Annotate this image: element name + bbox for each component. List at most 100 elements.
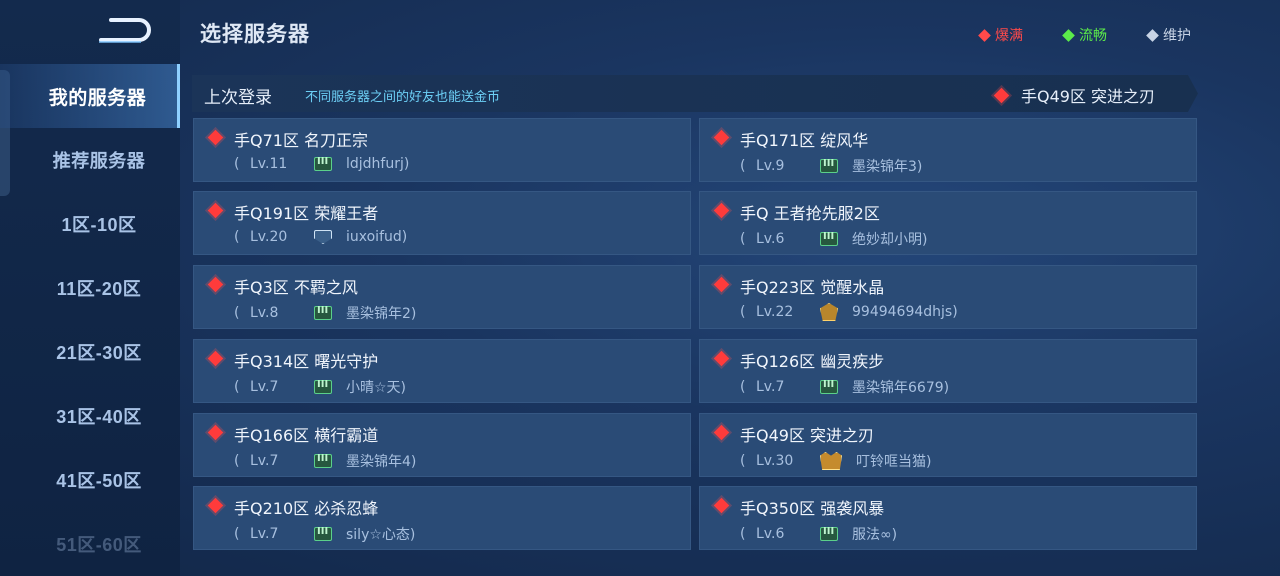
sidebar-item-51-60[interactable]: 51区-60区 [0,512,180,576]
player-level: Lv.6 [756,231,785,247]
back-arrow-icon[interactable] [95,14,151,46]
player-level: Lv.7 [250,379,279,395]
last-login-server-name: 手Q49区 突进之刃 [1021,87,1156,106]
player-level: Lv.8 [250,305,279,321]
server-player-info: (Lv.7 小晴☆天) [234,377,406,397]
server-name: 手Q166区 横行霸道 [234,426,379,445]
player-level: Lv.30 [756,453,794,469]
sidebar-item-my-servers[interactable]: 我的服务器 [0,64,180,128]
player-level: Lv.7 [250,453,279,469]
server-name: 手Q350区 强袭风暴 [740,499,885,518]
full-status-icon [207,497,224,514]
server-card[interactable]: 手Q314区 曙光守护 (Lv.7 小晴☆天) [193,339,691,403]
server-card[interactable]: 手Q350区 强袭风暴 (Lv.6 服法∞) [699,486,1197,550]
paren-open: ( [740,231,746,247]
maintenance-status-icon [1146,28,1159,42]
player-level: Lv.7 [250,526,279,542]
full-status-icon [713,424,730,441]
rank-icon [314,230,332,244]
player-name: 墨染锦年2) [346,306,417,322]
smooth-status-icon [1062,28,1075,42]
legend-maintenance-label: 维护 [1163,28,1191,44]
rank-icon [314,526,332,541]
full-status-icon [207,424,224,441]
player-name: 99494694dhjs) [852,304,958,320]
rank-icon [314,156,332,171]
server-card[interactable]: 手Q210区 必杀忍蜂 (Lv.7 sily☆心态) [193,486,691,550]
server-player-info: (Lv.6 服法∞) [740,524,897,544]
sidebar-item-11-20[interactable]: 11区-20区 [0,256,180,320]
player-name: 叮铃哐当猫) [856,454,932,470]
paren-open: ( [740,453,746,469]
full-status-icon [207,129,224,146]
player-level: Lv.6 [756,526,785,542]
player-name: 墨染锦年4) [346,454,417,470]
player-level: Lv.7 [756,379,785,395]
legend-maintenance: 维护 [1146,25,1191,45]
server-name: 手Q223区 觉醒水晶 [740,278,885,297]
player-name: 小晴☆天) [346,380,407,396]
server-card[interactable]: 手Q126区 幽灵疾步 (Lv.7 墨染锦年6679) [699,339,1197,403]
server-name: 手Q210区 必杀忍蜂 [234,499,379,518]
server-name: 手Q49区 突进之刃 [740,426,875,445]
server-player-info: (Lv.7 sily☆心态) [234,524,415,544]
rank-icon [820,452,842,470]
server-name: 手Q171区 绽风华 [740,131,869,150]
legend-smooth-label: 流畅 [1079,28,1107,44]
server-name: 手Q71区 名刀正宗 [234,131,369,150]
sidebar-item-41-50[interactable]: 41区-50区 [0,448,180,512]
paren-open: ( [234,305,240,321]
server-player-info: (Lv.20 iuxoifud) [234,229,407,245]
paren-open: ( [234,156,240,172]
player-name: ldjdhfurj) [346,156,410,172]
full-status-icon [713,202,730,219]
server-name: 手Q 王者抢先服2区 [740,204,880,223]
server-card[interactable]: 手Q191区 荣耀王者 (Lv.20 iuxoifud) [193,191,691,255]
full-status-icon [713,129,730,146]
last-login-server[interactable]: 手Q49区 突进之刃 [993,83,1156,107]
server-card[interactable]: 手Q166区 横行霸道 ( Lv.7 墨染锦年4) [193,413,691,477]
rank-icon [820,526,838,541]
sidebar-item-1-10[interactable]: 1区-10区 [0,192,180,256]
sidebar: 我的服务器 推荐服务器 1区-10区 11区-20区 21区-30区 31区-4… [0,0,180,576]
server-card[interactable]: 手Q49区 突进之刃 ( Lv.30 叮铃哐当猫) [699,413,1197,477]
last-login-tip: 不同服务器之间的好友也能送金币 [305,90,501,105]
player-level: Lv.20 [250,229,288,245]
server-card[interactable]: 手Q71区 名刀正宗 ( Lv.11 ldjdhfurj) [193,118,691,182]
full-status-icon [993,87,1010,103]
paren-open: ( [740,379,746,395]
server-name: 手Q191区 荣耀王者 [234,204,379,223]
rank-icon [314,305,332,320]
full-status-icon [713,276,730,293]
server-player-info: (Lv.9 墨染锦年3) [740,156,922,176]
server-name: 手Q314区 曙光守护 [234,352,379,371]
player-level: Lv.11 [250,156,288,172]
server-player-info: ( Lv.11 ldjdhfurj) [234,156,409,172]
rank-icon [314,379,332,394]
legend-smooth: 流畅 [1062,25,1107,45]
server-card[interactable]: 手Q 王者抢先服2区 ( Lv.6 绝妙却小明) [699,191,1197,255]
player-name: 墨染锦年6679) [852,380,950,396]
player-level: Lv.22 [756,304,794,320]
server-card[interactable]: 手Q171区 绽风华 (Lv.9 墨染锦年3) [699,118,1197,182]
server-card[interactable]: 手Q3区 不羁之风 (Lv.8 墨染锦年2) [193,265,691,329]
server-player-info: ( Lv.22 99494694dhjs) [740,303,958,321]
server-player-info: ( Lv.6 绝妙却小明) [740,229,927,249]
full-status-icon [978,28,991,42]
legend-full-label: 爆满 [995,28,1023,44]
server-player-info: ( Lv.7 墨染锦年4) [234,451,416,471]
player-name: 绝妙却小明) [852,232,928,248]
sidebar-item-recommended[interactable]: 推荐服务器 [0,128,180,192]
rank-icon [820,303,838,321]
server-player-info: ( Lv.8 墨染锦年2) [234,303,416,323]
paren-open: ( [234,453,240,469]
last-login-label: 上次登录 [204,88,272,108]
paren-open: ( [740,526,746,542]
sidebar-item-31-40[interactable]: 31区-40区 [0,384,180,448]
player-name: 墨染锦年3) [852,159,923,175]
server-card[interactable]: 手Q223区 觉醒水晶 ( Lv.22 99494694dhjs) [699,265,1197,329]
sidebar-item-21-30[interactable]: 21区-30区 [0,320,180,384]
paren-open: ( [740,304,746,320]
server-player-info: ( Lv.7 墨染锦年6679) [740,377,949,397]
full-status-icon [207,350,224,367]
